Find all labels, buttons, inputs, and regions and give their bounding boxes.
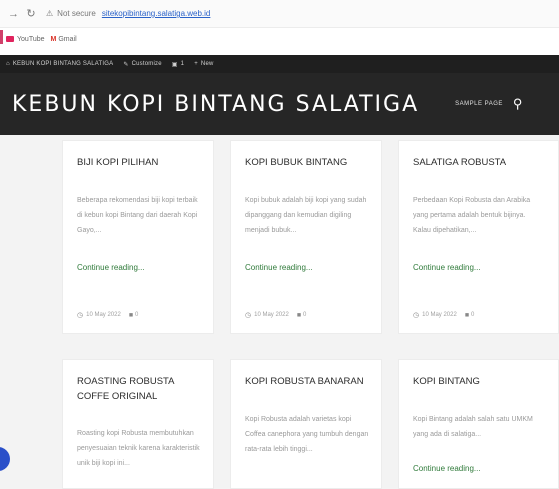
post-title[interactable]: ROASTING ROBUSTA COFFE ORIGINAL — [77, 374, 207, 404]
search-icon[interactable]: ⚲ — [513, 96, 523, 112]
post-excerpt: Kopi Bintang adalah salah satu UMKM yang… — [413, 416, 533, 438]
site-title[interactable]: KEBUN KOPI BINTANG SALATIGA — [12, 92, 419, 117]
post-date: 10 May 2022 — [86, 312, 121, 318]
comment-icon: ■ — [296, 311, 302, 319]
post-date: 10 May 2022 — [422, 312, 457, 318]
continue-reading-link[interactable]: Continue reading... — [245, 263, 313, 272]
site-header: KEBUN KOPI BINTANG SALATIGA SAMPLE PAGE … — [0, 73, 559, 135]
brush-icon: ✎ — [123, 61, 129, 68]
post-date: 10 May 2022 — [254, 312, 289, 318]
post-card: KOPI BUBUK BINTANG Kopi bubuk adalah bij… — [230, 140, 382, 334]
post-excerpt: Kopi Robusta adalah varietas kopi Coffea… — [245, 416, 369, 453]
post-title[interactable]: KOPI ROBUSTA BANARAN — [245, 374, 375, 389]
gmail-icon: M — [50, 35, 57, 43]
post-meta: ◷ 10 May 2022 ■ 0 — [77, 311, 138, 320]
address-bar[interactable]: ⚠ Not secure sitekopibintang.salatiga.we… — [46, 6, 236, 22]
post-title[interactable]: BIJI KOPI PILIHAN — [77, 155, 207, 170]
comment-count[interactable]: 0 — [471, 312, 474, 318]
admin-new-label: New — [200, 61, 214, 67]
post-meta: ◷ 10 May 2022 ■ 0 — [413, 311, 474, 320]
post-card: SALATIGA ROBUSTA Perbedaan Kopi Robusta … — [398, 140, 559, 334]
warning-icon: ⚠ — [46, 9, 54, 18]
clock-icon: ◷ — [77, 312, 84, 319]
post-card: ROASTING ROBUSTA COFFE ORIGINAL Roasting… — [62, 359, 214, 489]
updates-icon: ▣ — [171, 61, 178, 68]
admin-customize-link[interactable]: ✎ Customize — [123, 61, 161, 68]
bookmark-youtube[interactable]: YouTube — [6, 36, 45, 43]
youtube-icon — [6, 36, 14, 42]
post-excerpt: Perbedaan Kopi Robusta dan Arabika yang … — [413, 197, 531, 234]
posts-grid: BIJI KOPI PILIHAN Beberapa rekomendasi b… — [0, 135, 559, 489]
reload-icon[interactable]: ↻ — [26, 7, 36, 20]
continue-reading-link[interactable]: Continue reading... — [413, 263, 481, 272]
sidebar-accent — [0, 30, 3, 44]
comment-count[interactable]: 0 — [303, 312, 306, 318]
comment-count[interactable]: 0 — [135, 312, 138, 318]
post-title[interactable]: SALATIGA ROBUSTA — [413, 155, 543, 170]
post-title[interactable]: KOPI BINTANG — [413, 374, 543, 389]
continue-reading-link[interactable]: Continue reading... — [77, 263, 145, 272]
url-text[interactable]: sitekopibintang.salatiga.web.id — [102, 9, 211, 18]
admin-site-label: KEBUN KOPI BINTANG SALATIGA — [12, 61, 114, 67]
admin-updates-link[interactable]: ▣ 1 — [172, 61, 184, 68]
bookmark-label: YouTube — [17, 35, 45, 43]
admin-site-link[interactable]: ⌂ KEBUN KOPI BINTANG SALATIGA — [6, 61, 113, 67]
post-excerpt: Beberapa rekomendasi biji kopi terbaik d… — [77, 197, 198, 234]
post-excerpt: Kopi bubuk adalah biji kopi yang sudah d… — [245, 197, 367, 234]
nav-sample-page[interactable]: SAMPLE PAGE — [455, 101, 503, 107]
comment-icon: ■ — [128, 311, 134, 319]
post-excerpt: Roasting kopi Robusta membutuhkan penyes… — [77, 430, 200, 467]
admin-bar: ⌂ KEBUN KOPI BINTANG SALATIGA ✎ Customiz… — [0, 55, 559, 73]
forward-icon[interactable]: → — [8, 8, 19, 20]
admin-customize-label: Customize — [131, 61, 162, 67]
continue-reading-link[interactable]: Continue reading... — [413, 464, 481, 473]
clock-icon: ◷ — [413, 312, 420, 319]
admin-updates-count: 1 — [180, 61, 185, 67]
plus-icon: + — [194, 61, 198, 67]
bookmarks-bar: YouTube M Gmail — [0, 28, 559, 50]
post-meta: ◷ 10 May 2022 ■ 0 — [245, 311, 306, 320]
comment-icon: ■ — [464, 311, 470, 319]
post-card: KOPI BINTANG Kopi Bintang adalah salah s… — [398, 359, 559, 489]
not-secure-label: Not secure — [57, 9, 96, 18]
bookmark-label: Gmail — [58, 35, 77, 43]
post-card: BIJI KOPI PILIHAN Beberapa rekomendasi b… — [62, 140, 214, 334]
post-card: KOPI ROBUSTA BANARAN Kopi Robusta adalah… — [230, 359, 382, 489]
browser-toolbar: → ↻ ⚠ Not secure sitekopibintang.salatig… — [0, 0, 559, 28]
clock-icon: ◷ — [245, 312, 252, 319]
admin-new-link[interactable]: + New — [194, 61, 213, 67]
post-title[interactable]: KOPI BUBUK BINTANG — [245, 155, 375, 170]
home-icon: ⌂ — [6, 61, 10, 67]
bookmark-gmail[interactable]: M Gmail — [51, 36, 77, 43]
